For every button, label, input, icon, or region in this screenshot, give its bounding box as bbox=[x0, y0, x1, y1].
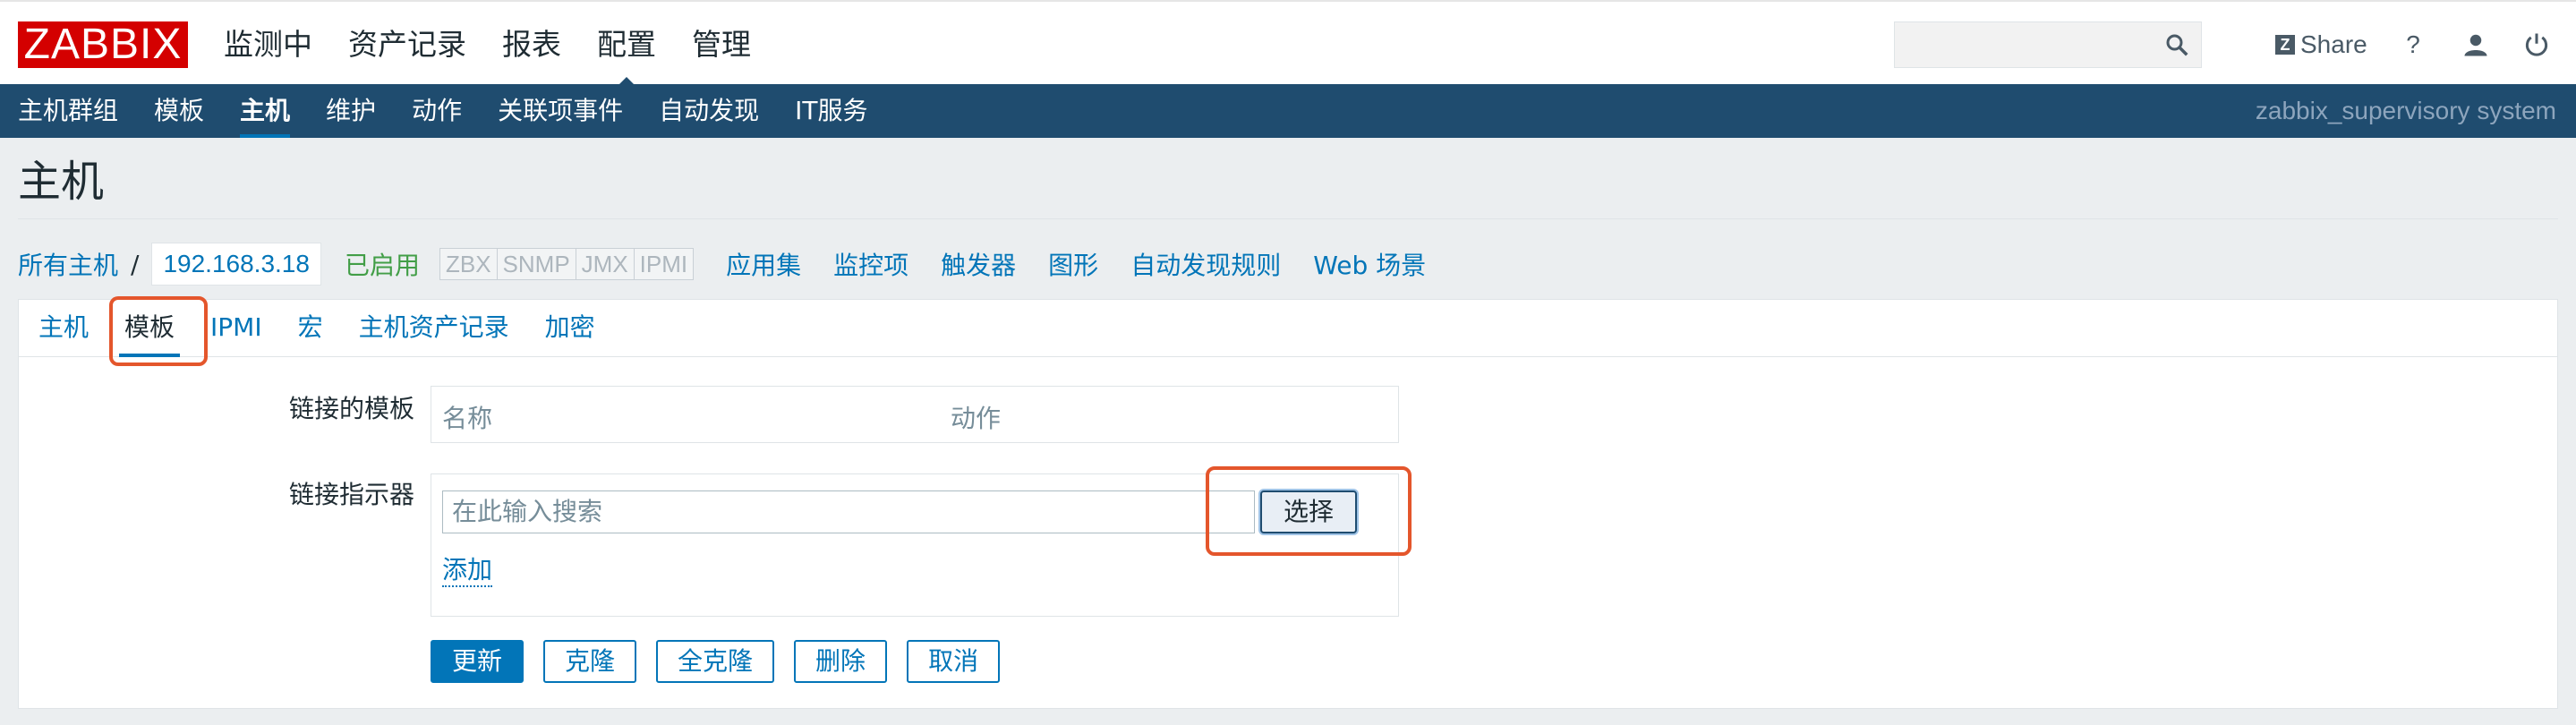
page-title: 主机 bbox=[18, 157, 105, 207]
global-search-input[interactable] bbox=[1894, 21, 2202, 68]
share-label: Share bbox=[2300, 30, 2367, 58]
subnav-discovery[interactable]: 自动发现 bbox=[659, 84, 759, 138]
link-web-scenarios[interactable]: Web 场景 bbox=[1313, 246, 1426, 282]
sub-nav: 主机群组 模板 主机 维护 动作 关联项事件 自动发现 IT服务 zabbix_… bbox=[0, 84, 2576, 138]
host-form-panel: 主机 模板 IPMI 宏 主机资产记录 加密 链接的模板 名称 动作 链接指示器… bbox=[18, 296, 2558, 709]
breadcrumb: 所有主机 / 192.168.3.18 已启用 ZBX SNMP JMX IPM… bbox=[18, 242, 1426, 286]
link-items[interactable]: 监控项 bbox=[833, 246, 908, 282]
main-nav-reports[interactable]: 报表 bbox=[502, 21, 561, 68]
host-status-enabled[interactable]: 已启用 bbox=[345, 246, 420, 282]
availability-badges: ZBX SNMP JMX IPMI bbox=[439, 248, 695, 280]
clone-button[interactable]: 克隆 bbox=[543, 640, 637, 683]
main-nav: 监测中 资产记录 报表 配置 管理 bbox=[224, 21, 787, 88]
breadcrumb-host[interactable]: 192.168.3.18 bbox=[151, 243, 321, 286]
table-header-name: 名称 bbox=[442, 404, 493, 433]
badge-zbx: ZBX bbox=[439, 249, 498, 279]
table-header-action: 动作 bbox=[951, 404, 1002, 433]
power-icon[interactable] bbox=[2519, 27, 2555, 63]
linked-templates-table: 名称 动作 bbox=[431, 386, 1399, 443]
tab-encryption[interactable]: 加密 bbox=[545, 300, 595, 356]
share-icon: Z bbox=[2275, 35, 2295, 55]
update-button[interactable]: 更新 bbox=[431, 640, 525, 683]
main-nav-administration[interactable]: 管理 bbox=[692, 21, 751, 68]
link-triggers[interactable]: 触发器 bbox=[941, 246, 1016, 282]
form-buttons: 更新 克隆 全克隆 删除 取消 bbox=[431, 640, 1019, 683]
subnav-host-groups[interactable]: 主机群组 bbox=[18, 84, 118, 138]
link-discovery-rules[interactable]: 自动发现规则 bbox=[1130, 246, 1281, 282]
system-name: zabbix_supervisory system bbox=[2255, 97, 2556, 124]
search-icon[interactable] bbox=[2163, 31, 2190, 58]
link-graphs[interactable]: 图形 bbox=[1048, 246, 1098, 282]
main-nav-configuration[interactable]: 配置 bbox=[597, 21, 656, 88]
breadcrumb-all-hosts[interactable]: 所有主机 bbox=[18, 246, 118, 282]
subnav-event-correlation[interactable]: 关联项事件 bbox=[498, 84, 623, 138]
subnav-it-services[interactable]: IT服务 bbox=[795, 84, 867, 138]
badge-snmp: SNMP bbox=[497, 249, 576, 279]
top-header: ZABBIX 监测中 资产记录 报表 配置 管理 Z Share ? bbox=[0, 0, 2576, 88]
main-nav-inventory[interactable]: 资产记录 bbox=[348, 21, 466, 68]
tab-host[interactable]: 主机 bbox=[38, 300, 89, 356]
host-tabs: 主机 模板 IPMI 宏 主机资产记录 加密 bbox=[19, 300, 2557, 357]
linked-templates-label: 链接的模板 bbox=[288, 394, 414, 423]
main-nav-monitoring[interactable]: 监测中 bbox=[224, 21, 312, 68]
subnav-maintenance[interactable]: 维护 bbox=[326, 84, 376, 138]
link-applications[interactable]: 应用集 bbox=[726, 246, 801, 282]
badge-ipmi: IPMI bbox=[634, 249, 694, 279]
badge-jmx: JMX bbox=[576, 249, 635, 279]
tab-macros[interactable]: 宏 bbox=[298, 300, 323, 356]
title-divider bbox=[18, 218, 2558, 219]
full-clone-button[interactable]: 全克隆 bbox=[656, 640, 775, 683]
templates-tab-highlight bbox=[109, 296, 208, 366]
delete-button[interactable]: 删除 bbox=[794, 640, 888, 683]
help-icon[interactable]: ? bbox=[2395, 27, 2431, 63]
cancel-button[interactable]: 取消 bbox=[907, 640, 1001, 683]
user-icon[interactable] bbox=[2458, 27, 2494, 63]
subnav-actions[interactable]: 动作 bbox=[412, 84, 462, 138]
subnav-hosts[interactable]: 主机 bbox=[240, 84, 291, 138]
template-search-input[interactable]: 在此输入搜索 bbox=[442, 490, 1255, 533]
subnav-templates[interactable]: 模板 bbox=[154, 84, 204, 138]
breadcrumb-separator: / bbox=[131, 249, 140, 279]
select-button-highlight bbox=[1206, 466, 1412, 556]
link-indicator-label: 链接指示器 bbox=[288, 480, 414, 509]
add-link[interactable]: 添加 bbox=[442, 555, 493, 587]
share-link[interactable]: Z Share bbox=[2275, 21, 2367, 68]
zabbix-logo[interactable]: ZABBIX bbox=[18, 21, 188, 68]
tab-ipmi[interactable]: IPMI bbox=[210, 300, 262, 356]
tab-inventory[interactable]: 主机资产记录 bbox=[359, 300, 509, 356]
